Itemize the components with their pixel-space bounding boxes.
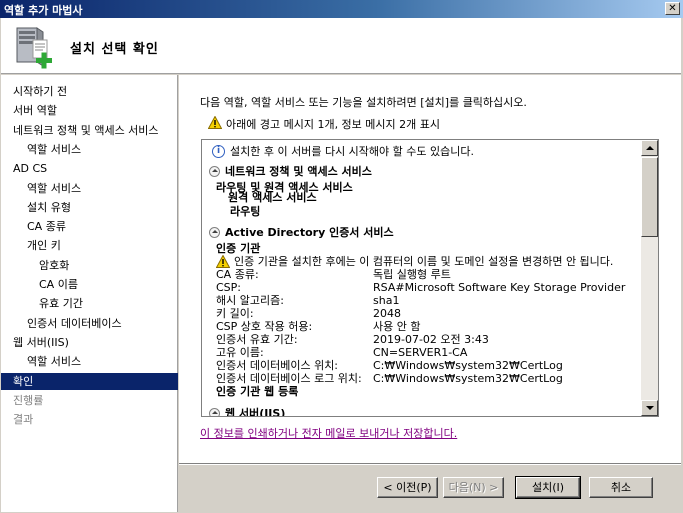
nav-step-item: 웹 서버(IIS) <box>13 335 69 349</box>
ca-property-key: 인증서 데이터베이스 위치: <box>216 359 339 372</box>
ca-warning-text: 인증 기관을 설치한 후에는 이 컴퓨터의 이름 및 도메인 설정을 변경하면 … <box>234 255 614 268</box>
cancel-button-label: 취소 <box>610 481 632 494</box>
ca-property-key: 인증서 데이터베이스 로그 위치: <box>216 372 362 385</box>
nav-step-item: 개인 키 <box>27 239 61 253</box>
ca-property-row: 인증서 데이터베이스 로그 위치: C:₩Windows₩system32₩Cer… <box>216 372 636 385</box>
nav-step-item: CA 이름 <box>39 278 78 291</box>
nav-step-item: 설치 유형 <box>27 200 71 214</box>
ca-property-row: CSP: RSA#Microsoft Software Key Storage P… <box>216 281 636 294</box>
npas-section-header[interactable]: 네트워크 정책 및 액세스 서비스 <box>225 165 372 178</box>
ca-title: 인증 기관 <box>216 242 261 255</box>
collapse-icon[interactable] <box>209 166 220 177</box>
nav-step-item: 네트워크 정책 및 액세스 서비스 <box>13 123 159 137</box>
nav-step-item: 역할 서비스 <box>27 355 82 369</box>
warning-icon <box>208 116 222 129</box>
ca-property-key: 해시 알고리즘: <box>216 294 284 307</box>
wizard-header: 설치 선택 확인 <box>1 18 681 74</box>
iis-section-header[interactable]: 웹 서버(IIS) <box>225 407 285 416</box>
ca-property-key: CSP 상호 작용 허용: <box>216 320 313 333</box>
ca-property-key: 인증서 유효 기간: <box>216 333 298 346</box>
ca-property-key: 키 길이: <box>216 307 254 320</box>
ca-property-row: 인증서 데이터베이스 위치: C:₩Windows₩system32₩CertLo… <box>216 359 636 372</box>
scroll-up-button[interactable] <box>641 140 658 156</box>
warning-icon <box>216 255 230 268</box>
ca-property-value: CN=SERVER1-CA <box>373 346 468 359</box>
next-button-label: 다음(N) > <box>448 481 499 494</box>
ca-property-key: CSP: <box>216 281 242 294</box>
nav-step-item: CA 종류 <box>27 220 66 234</box>
ca-property-value: C:₩Windows₩system32₩CertLog <box>373 372 563 385</box>
window-title: 역할 추가 마법사 <box>4 4 83 17</box>
intro-text: 다음 역할, 역할 서비스 또는 기능을 설치하려면 [설치]를 클릭하십시오. <box>200 96 527 109</box>
nav-step-item: 역할 서비스 <box>27 181 82 195</box>
scroll-down-button[interactable] <box>641 400 658 416</box>
ca-properties: CA 종류: 독립 실행형 루트 CSP: RSA#Microsoft Softwar… <box>216 268 636 390</box>
wizard-step-list: 시작하기 전서버 역할네트워크 정책 및 액세스 서비스역할 서비스 AD CS 역… <box>1 75 178 512</box>
main-panel: 다음 역할, 역할 서비스 또는 기능을 설치하려면 [설치]를 클릭하십시오.… <box>179 75 681 463</box>
adcs-section-header[interactable]: Active Directory 인증서 서비스 <box>225 226 394 239</box>
nav-step-item: 진행률 <box>13 393 44 407</box>
print-email-save-link[interactable]: 이 정보를 인쇄하거나 전자 메일로 보내거나 저장합니다. <box>200 425 457 441</box>
previous-button-label: < 이전(P) <box>383 481 432 494</box>
ca-property-value: 독립 실행형 루트 <box>373 268 451 281</box>
ca-property-row: 해시 알고리즘: sha1 <box>216 294 636 307</box>
install-button[interactable]: 설치(I) <box>515 476 581 499</box>
scroll-thumb[interactable] <box>641 157 658 237</box>
cancel-button[interactable]: 취소 <box>589 477 653 498</box>
ca-property-row: CSP 상호 작용 허용: 사용 안 함 <box>216 320 636 333</box>
install-button-label: 설치(I) <box>531 481 565 494</box>
vertical-scrollbar[interactable] <box>641 140 658 416</box>
collapse-icon[interactable] <box>209 408 220 416</box>
page-heading: 설치 선택 확인 <box>70 42 159 57</box>
previous-button[interactable]: < 이전(P) <box>377 477 438 498</box>
arrow-down-icon <box>646 406 654 410</box>
nav-step-item: 확인 <box>1 372 178 390</box>
npas-line-3: 라우팅 <box>230 205 261 218</box>
ca-property-value: C:₩Windows₩system32₩CertLog <box>373 359 563 372</box>
web-enroll-title: 인증 기관 웹 등록 <box>216 385 299 398</box>
ca-property-value: 2019-07-02 오전 3:43 <box>373 333 489 346</box>
nav-step-item: 서버 역할 <box>13 104 57 118</box>
results-box[interactable]: i 설치한 후 이 서버를 다시 시작해야 할 수도 있습니다. 네트워크 정책… <box>201 139 659 417</box>
footer-divider <box>179 463 681 465</box>
nav-step-item: 역할 서비스 <box>27 142 82 156</box>
nav-step-item: 결과 <box>13 413 34 427</box>
nav-step-item: 유효 기간 <box>39 297 83 311</box>
ca-property-row: CA 종류: 독립 실행형 루트 <box>216 268 636 281</box>
ca-property-value: RSA#Microsoft Software Key Storage Provi… <box>373 281 626 294</box>
nav-step-item: 시작하기 전 <box>13 85 68 98</box>
ca-property-value: sha1 <box>373 294 400 307</box>
npas-line-2: 원격 액세스 서비스 <box>228 191 317 204</box>
ca-property-row: 고유 이름: CN=SERVER1-CA <box>216 346 636 359</box>
close-button[interactable]: ✕ <box>665 2 680 15</box>
ca-property-key: 고유 이름: <box>216 346 264 359</box>
nav-step-item: 암호화 <box>39 258 70 272</box>
server-add-icon <box>16 27 52 69</box>
nav-step-item: AD CS <box>13 162 48 176</box>
ca-property-value: 사용 안 함 <box>373 320 421 333</box>
ca-property-value: 2048 <box>373 307 401 320</box>
collapse-icon[interactable] <box>209 227 220 238</box>
warning-summary-text: 아래에 경고 메시지 1개, 정보 메시지 2개 표시 <box>226 118 441 131</box>
ca-property-row: 키 길이: 2048 <box>216 307 636 320</box>
restart-info-text: 설치한 후 이 서버를 다시 시작해야 할 수도 있습니다. <box>230 145 474 158</box>
ca-property-key: CA 종류: <box>216 268 259 281</box>
info-icon: i <box>212 145 225 158</box>
results-content: i 설치한 후 이 서버를 다시 시작해야 할 수도 있습니다. 네트워크 정책… <box>202 140 640 416</box>
next-button[interactable]: 다음(N) > <box>443 477 504 498</box>
nav-step-item: 인증서 데이터베이스 <box>27 316 122 330</box>
arrow-up-icon <box>646 146 654 150</box>
title-bar: 역할 추가 마법사 ✕ <box>0 0 683 18</box>
ca-property-row: 인증서 유효 기간: 2019-07-02 오전 3:43 <box>216 333 636 346</box>
